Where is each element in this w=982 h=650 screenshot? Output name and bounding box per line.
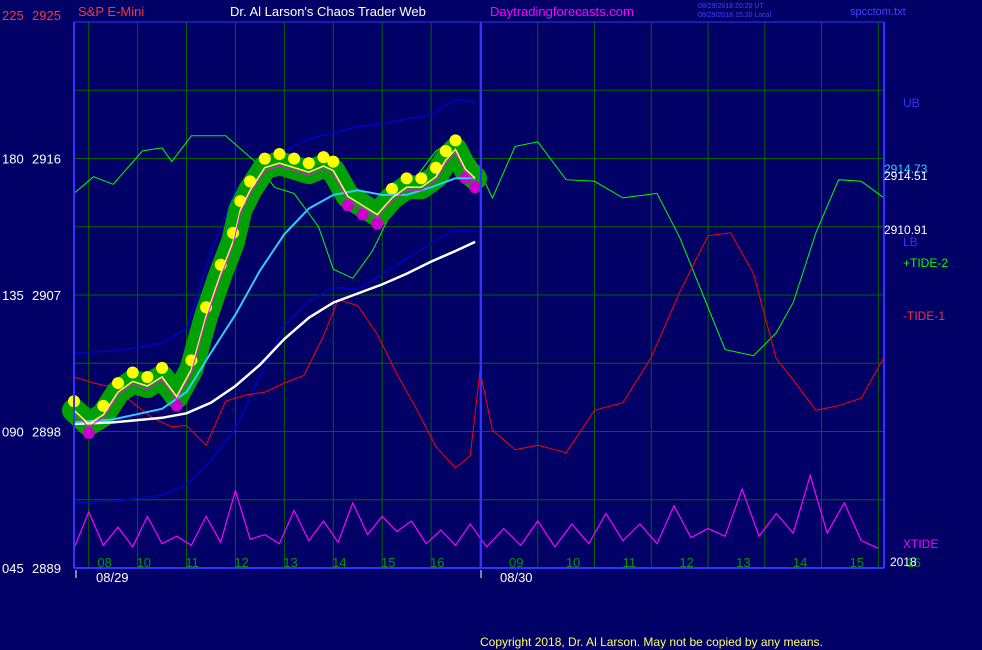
x-hour-tick-0: 08 [97,555,111,570]
tide1-label: -TIDE-1 [903,309,945,323]
tide2-label: +TIDE-2 [903,256,948,270]
high-marker [327,155,340,168]
timestamp-local: 08/29/2018 15:20 Local [698,12,772,19]
xtide-label: XTIDE [903,537,938,551]
high-marker [258,152,271,165]
high-marker [385,182,398,195]
copyright-notice: Copyright 2018, Dr. Al Larson. May not b… [480,635,823,649]
x-hour-tick-10: 11 [623,555,637,570]
chart-background [0,0,982,650]
low-marker [469,181,482,194]
x-hour-tick-11: 12 [679,555,693,570]
chart-title: Dr. Al Larson's Chaos Trader Web [230,4,426,19]
x-hour-tick-5: 14 [332,555,346,570]
x-hour-tick-1: 10 [136,555,150,570]
low-marker [82,426,95,439]
timestamp-ut: 08/29/2018 20:20 UT [698,3,764,10]
year-label: 2018 [890,555,917,569]
high-marker [156,361,169,374]
x-hour-tick-4: 13 [283,555,297,570]
site-link[interactable]: Daytradingforecasts.com [490,4,634,19]
low-marker [356,208,369,221]
lower-band-label: LB [903,235,918,249]
high-marker [415,172,428,185]
x-hour-tick-8: 09 [509,555,523,570]
top-left-osc-tick: 225 [2,8,24,23]
y-osc-tick-1: 090 [2,425,24,440]
high-marker [288,152,301,165]
high-marker [244,175,257,188]
x-date-tick-0: 08/29 [96,570,129,585]
y-price-tick-2: 2907 [32,288,61,303]
y-osc-tick-0: 045 [2,561,24,576]
x-hour-tick-13: 14 [793,555,807,570]
y-osc-tick-3: 180 [2,152,24,167]
high-marker [97,399,110,412]
low-marker [341,199,354,212]
low-marker [371,217,384,230]
y-price-tick-3: 2916 [32,152,61,167]
x-hour-tick-6: 15 [381,555,395,570]
y-price-tick-0: 2889 [32,561,61,576]
chaos-trader-chart: 045 2889 090 2898 135 2907 180 2916 08 10 11 12 13 1… [0,0,982,650]
x-hour-tick-7: 16 [430,555,444,570]
high-marker [112,377,125,390]
price-label-b: 2914.51 [884,169,928,183]
x-hour-tick-3: 12 [234,555,248,570]
x-hour-tick-14: 15 [850,555,864,570]
top-left-price-tick: 2925 [32,8,61,23]
symbol-label: S&P E-Mini [78,4,144,19]
high-marker [273,148,286,161]
y-osc-tick-2: 135 [2,288,24,303]
high-marker [449,134,462,147]
high-marker [126,366,139,379]
x-hour-tick-9: 10 [566,555,580,570]
y-price-tick-1: 2898 [32,425,61,440]
data-file-label: spcctom.txt [850,6,906,18]
high-marker [400,172,413,185]
upper-band-label: UB [903,96,920,110]
x-hour-tick-2: 11 [185,555,199,570]
high-marker [141,371,154,383]
x-hour-tick-12: 13 [736,555,750,570]
x-date-tick-1: 08/30 [500,570,533,585]
high-marker [302,157,315,170]
